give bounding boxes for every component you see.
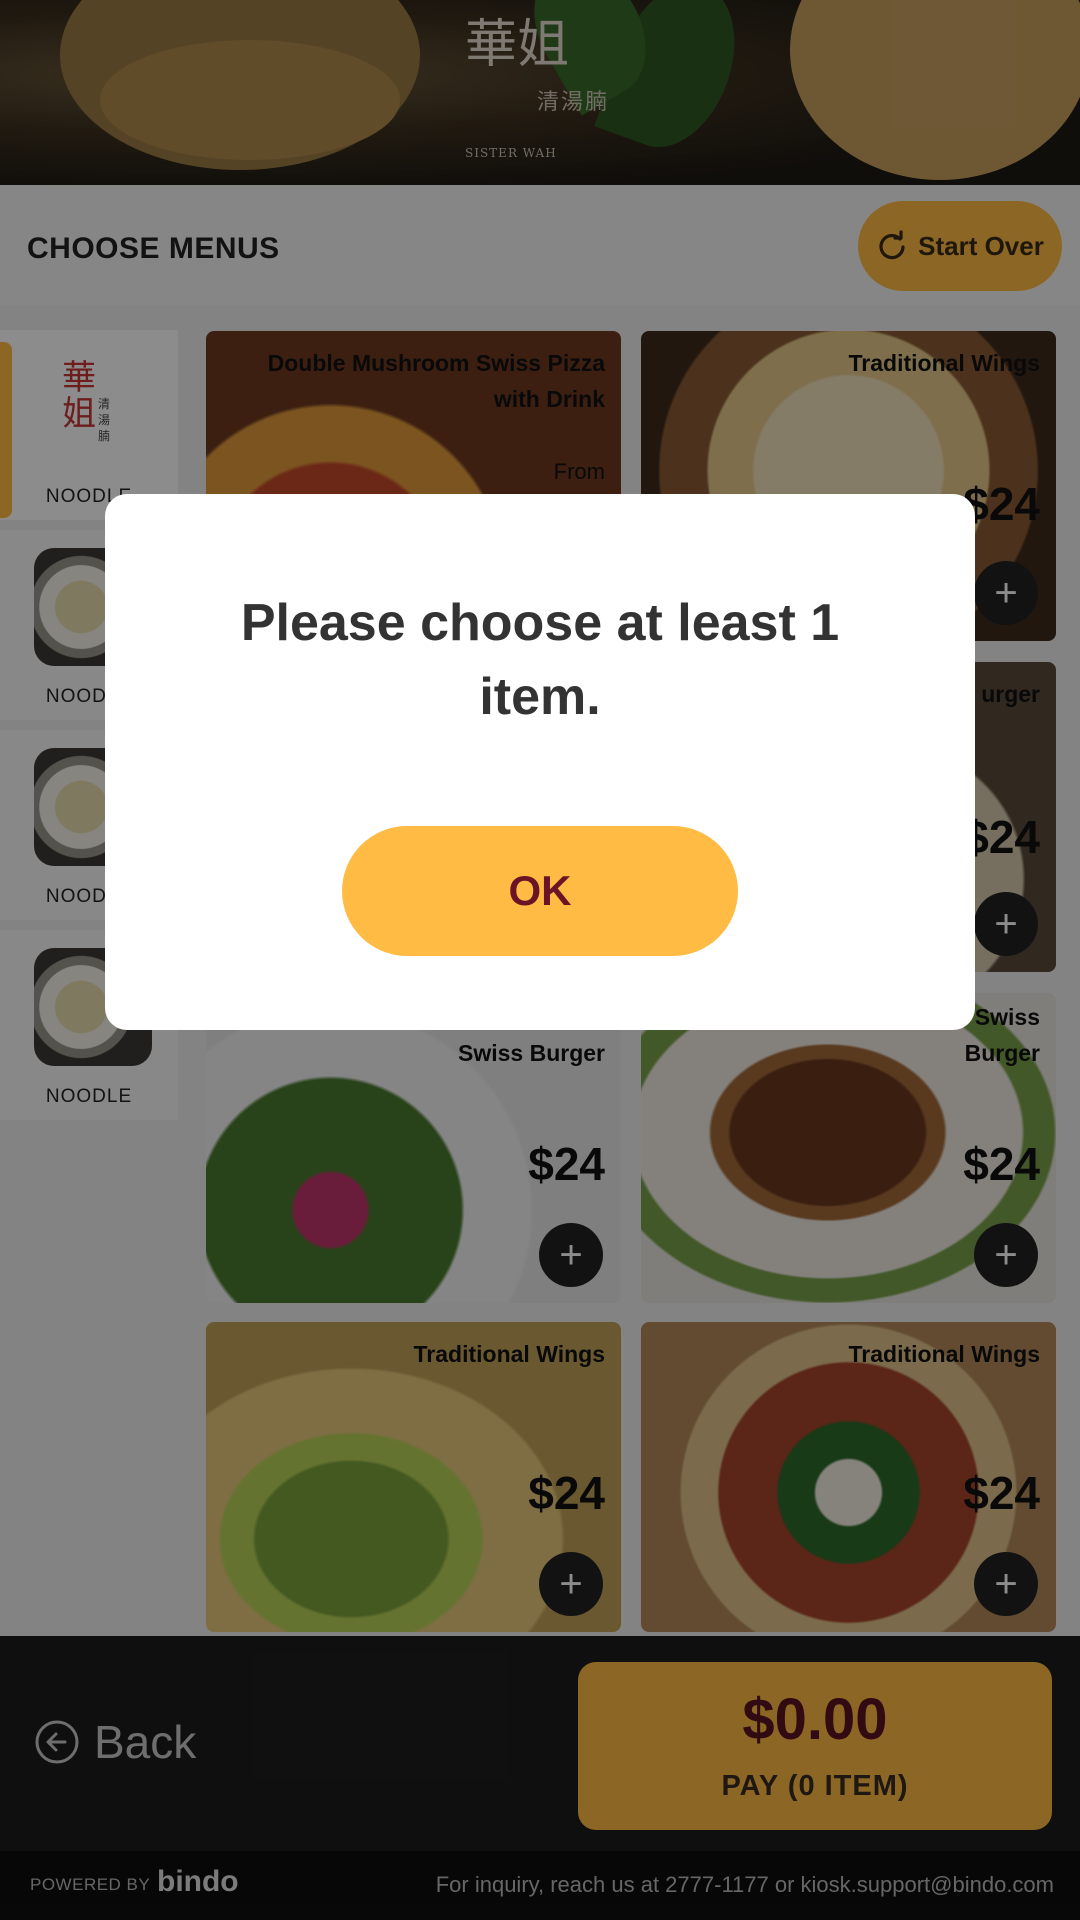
alert-message: Please choose at least 1 item. [240, 594, 840, 726]
alert-dialog: Please choose at least 1 item. OK [105, 494, 975, 1030]
modal-backdrop[interactable]: Please choose at least 1 item. OK [0, 0, 1080, 1920]
ok-button[interactable]: OK [342, 826, 738, 956]
